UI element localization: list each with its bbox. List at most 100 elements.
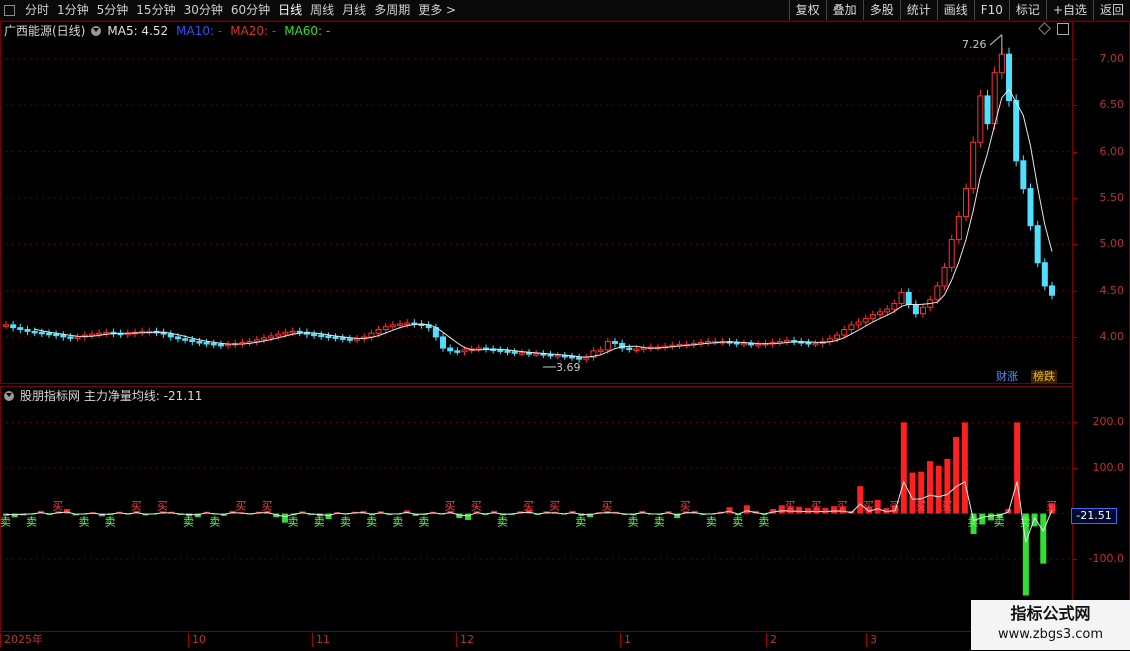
indicator-bar bbox=[822, 508, 829, 514]
indicator-bar bbox=[325, 513, 332, 520]
bangdie-tag[interactable]: 榜跌 bbox=[1031, 370, 1057, 384]
candle-body bbox=[182, 338, 189, 341]
candle-body bbox=[203, 341, 210, 345]
candle-body bbox=[1049, 285, 1055, 296]
indicator-bar bbox=[464, 513, 471, 520]
candle-body bbox=[282, 331, 289, 335]
high-pointer bbox=[989, 34, 1003, 46]
candle-body bbox=[963, 188, 970, 217]
sell-signal: 卖 bbox=[732, 516, 743, 529]
buy-signal: 买 bbox=[915, 500, 926, 513]
candle-body bbox=[24, 329, 31, 332]
candle-body bbox=[397, 323, 404, 326]
candle-body bbox=[440, 336, 447, 349]
buy-signal: 买 bbox=[52, 500, 63, 513]
sell-signal: 卖 bbox=[418, 516, 429, 529]
sell-signal: 卖 bbox=[78, 516, 89, 529]
candle-body bbox=[189, 339, 196, 343]
candle-body bbox=[633, 348, 640, 351]
candle-body bbox=[1020, 160, 1027, 190]
buy-signal: 买 bbox=[601, 500, 612, 513]
candle-body bbox=[332, 336, 339, 339]
candle-body bbox=[74, 336, 81, 339]
indicator-bar bbox=[979, 513, 986, 525]
candle-body bbox=[1041, 262, 1048, 287]
watermark-url: www.zbgs3.com bbox=[997, 627, 1104, 642]
buy-signal: 买 bbox=[837, 500, 848, 513]
chart-canvas[interactable]: 卖卖买卖 卖买 买卖 卖买 买卖卖卖卖卖卖买 买卖买 买卖买卖 卖买卖卖卖买买买买买买买卖卖卖… bbox=[0, 0, 1073, 632]
indicator-bar bbox=[726, 507, 733, 514]
candle-body bbox=[518, 352, 525, 355]
buy-signal: 买 bbox=[523, 500, 534, 513]
candle-body bbox=[354, 338, 361, 341]
candle-body bbox=[167, 333, 174, 338]
indicator-bar bbox=[1040, 513, 1047, 564]
candle-body bbox=[382, 326, 389, 331]
candle-body bbox=[848, 324, 855, 331]
candle-body bbox=[740, 342, 747, 346]
candle-body bbox=[3, 324, 9, 327]
candle-body bbox=[53, 333, 60, 337]
candle-body bbox=[103, 331, 110, 335]
sell-signal: 卖 bbox=[0, 516, 11, 529]
buy-signal: 买 bbox=[680, 500, 691, 513]
buy-signal: 买 bbox=[549, 500, 560, 513]
candle-body bbox=[196, 341, 203, 344]
candle-body bbox=[45, 332, 52, 336]
candle-body bbox=[1027, 188, 1034, 227]
sell-signal: 卖 bbox=[288, 516, 299, 529]
date-label: 2 bbox=[766, 633, 777, 647]
candle-body bbox=[504, 350, 511, 353]
candle-body bbox=[375, 329, 382, 334]
candle-body bbox=[547, 354, 554, 357]
high-price-label: 7.26 bbox=[962, 38, 987, 51]
candle-body bbox=[174, 336, 181, 340]
candle-body bbox=[855, 321, 862, 326]
caizhang-tag[interactable]: 财涨 bbox=[994, 370, 1020, 384]
candle-body bbox=[511, 351, 518, 354]
candle-body bbox=[941, 266, 948, 287]
candle-body bbox=[955, 215, 962, 241]
sell-signal: 卖 bbox=[994, 516, 1005, 529]
candle-body bbox=[311, 333, 318, 337]
candle-body bbox=[268, 335, 275, 339]
candle-body bbox=[970, 141, 977, 190]
ma5-line bbox=[34, 88, 1053, 358]
candle-body bbox=[984, 95, 991, 125]
candle-body bbox=[626, 347, 633, 351]
candle-body bbox=[891, 303, 898, 310]
candle-body bbox=[60, 334, 67, 338]
candle-body bbox=[217, 343, 224, 347]
candle-body bbox=[461, 349, 468, 353]
candle-body bbox=[991, 72, 998, 125]
date-label: 10 bbox=[188, 633, 206, 647]
candle-body bbox=[225, 343, 232, 347]
current-indicator-value: -21.51 bbox=[1071, 508, 1117, 524]
candle-body bbox=[389, 324, 396, 328]
watermark-logo: 指标公式网 www.zbgs3.com bbox=[971, 600, 1130, 650]
candle-body bbox=[533, 353, 540, 356]
candle-body bbox=[805, 341, 812, 345]
date-label: 3 bbox=[866, 633, 877, 647]
indicator-bar bbox=[926, 461, 933, 514]
date-label: 2025年 bbox=[0, 633, 43, 647]
sell-signal: 卖 bbox=[497, 516, 508, 529]
indicator-bar bbox=[796, 506, 803, 514]
buy-signal: 买 bbox=[445, 500, 456, 513]
candle-body bbox=[998, 53, 1005, 74]
candle-body bbox=[253, 339, 260, 343]
sell-signal: 卖 bbox=[654, 516, 665, 529]
indicator-bar bbox=[953, 437, 960, 514]
candle-body bbox=[38, 331, 45, 335]
candle-body bbox=[977, 95, 984, 143]
low-price-label: 3.69 bbox=[556, 361, 581, 374]
candle-body bbox=[210, 342, 217, 346]
buy-signal: 买 bbox=[811, 500, 822, 513]
buy-signal: 买 bbox=[235, 500, 246, 513]
candle-body bbox=[275, 333, 282, 337]
candle-body bbox=[31, 330, 38, 334]
date-axis: 2025年 10 11 12 1 2 3 bbox=[0, 631, 1073, 651]
candle-body bbox=[289, 330, 296, 334]
sell-signal: 卖 bbox=[366, 516, 377, 529]
candle-body bbox=[755, 343, 762, 347]
